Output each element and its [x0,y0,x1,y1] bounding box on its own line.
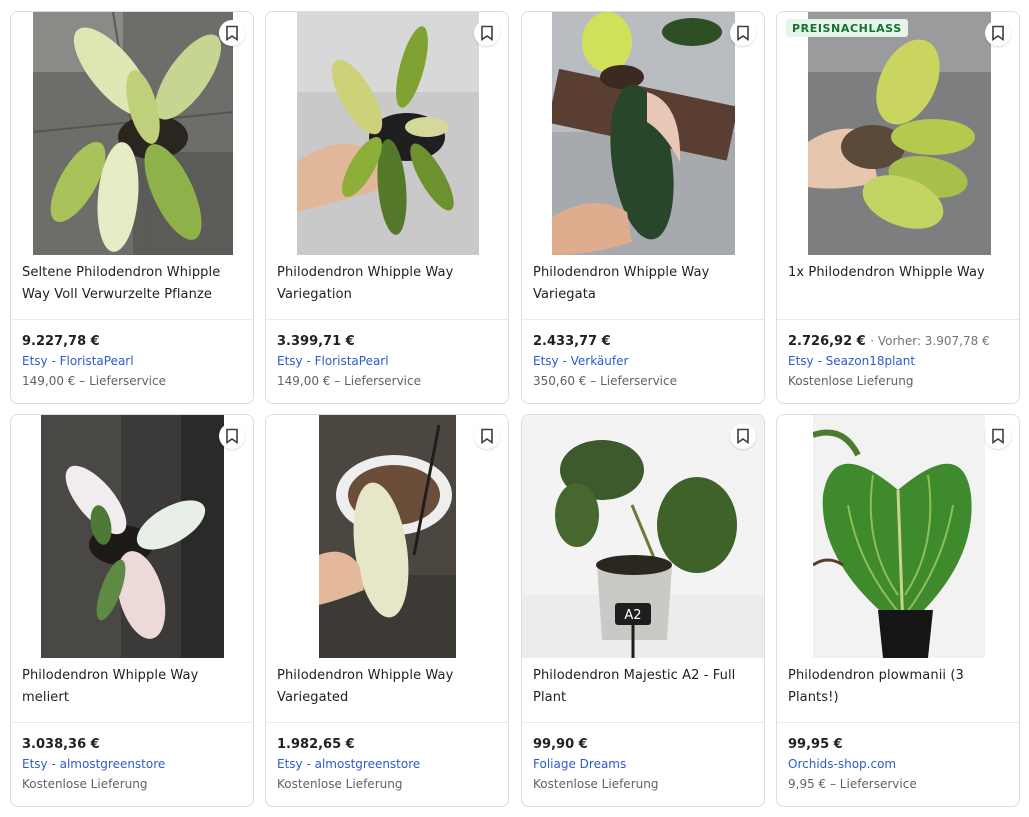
product-card[interactable]: PREISNACHLASS 1x Philodendron Whipple Wa… [776,11,1020,404]
previous-price: · Vorher: 3.907,78 € [870,334,990,348]
product-image[interactable]: A2 [522,415,764,658]
bookmark-button[interactable] [730,423,756,449]
card-divider [777,722,1019,723]
bookmark-outline-icon [481,25,493,41]
product-card[interactable]: Philodendron Whipple Way Variegation 3.3… [265,11,509,404]
product-photo [808,12,991,255]
product-card[interactable]: Philodendron Whipple Way Variegata 2.433… [521,11,765,404]
product-photo [319,415,456,658]
bookmark-button[interactable] [474,20,500,46]
product-image[interactable]: PREISNACHLASS [777,12,1019,255]
card-divider [266,319,508,320]
pot-label: A2 [624,608,641,623]
bookmark-outline-icon [481,428,493,444]
product-photo: A2 [522,415,764,658]
seller-link[interactable]: Etsy - FloristaPearl [277,354,389,368]
bookmark-outline-icon [226,25,238,41]
seller-link[interactable]: Foliage Dreams [533,757,626,771]
shipping-info: 9,95 € – Lieferservice [788,777,917,791]
product-image[interactable] [266,12,508,255]
bookmark-button[interactable] [985,423,1011,449]
bookmark-outline-icon [737,428,749,444]
shipping-info: Kostenlose Lieferung [277,777,403,791]
seller-link[interactable]: Etsy - Seazon18plant [788,354,915,368]
product-price: 9.227,78 € [22,334,100,349]
product-photo [297,12,479,255]
card-divider [777,319,1019,320]
discount-badge: PREISNACHLASS [786,19,908,37]
shipping-info: Kostenlose Lieferung [533,777,659,791]
seller-link[interactable]: Etsy - FloristaPearl [22,354,134,368]
shipping-info: 149,00 € – Lieferservice [277,374,421,388]
bookmark-outline-icon [992,428,1004,444]
product-card[interactable]: Philodendron plowmanii (3 Plants!) 99,95… [776,414,1020,807]
bookmark-button[interactable] [985,20,1011,46]
product-card[interactable]: Philodendron Whipple Way Variegated 1.98… [265,414,509,807]
product-title[interactable]: Philodendron Whipple Way meliert [22,665,244,709]
product-title[interactable]: Philodendron plowmanii (3 Plants!) [788,665,1010,709]
bookmark-outline-icon [992,25,1004,41]
seller-link[interactable]: Etsy - almostgreenstore [22,757,165,771]
bookmark-outline-icon [226,428,238,444]
product-price: 99,95 € [788,737,843,752]
product-photo [33,12,233,255]
product-price: 1.982,65 € [277,737,355,752]
bookmark-button[interactable] [219,423,245,449]
seller-link[interactable]: Orchids-shop.com [788,757,896,771]
product-image[interactable] [522,12,764,255]
seller-link[interactable]: Etsy - almostgreenstore [277,757,420,771]
card-divider [11,722,253,723]
product-title[interactable]: Seltene Philodendron Whipple Way Voll Ve… [22,262,244,306]
product-card[interactable]: Seltene Philodendron Whipple Way Voll Ve… [10,11,254,404]
product-image[interactable] [777,415,1019,658]
product-title[interactable]: 1x Philodendron Whipple Way [788,262,1010,284]
card-divider [266,722,508,723]
product-image[interactable] [11,12,253,255]
product-price: 2.433,77 € [533,334,611,349]
product-card[interactable]: A2 Philodendron Majestic A2 - Full Plant… [521,414,765,807]
product-image[interactable] [266,415,508,658]
product-card[interactable]: Philodendron Whipple Way meliert 3.038,3… [10,414,254,807]
bookmark-button[interactable] [474,423,500,449]
product-price: 2.726,92 € · Vorher: 3.907,78 € [788,334,990,349]
card-divider [522,722,764,723]
product-price: 3.399,71 € [277,334,355,349]
seller-link[interactable]: Etsy - Verkäufer [533,354,628,368]
product-title[interactable]: Philodendron Majestic A2 - Full Plant [533,665,755,709]
bookmark-button[interactable] [730,20,756,46]
product-title[interactable]: Philodendron Whipple Way Variegation [277,262,499,306]
product-image[interactable] [11,415,253,658]
shipping-info: Kostenlose Lieferung [788,374,914,388]
product-photo [552,12,735,255]
product-title[interactable]: Philodendron Whipple Way Variegata [533,262,755,306]
product-photo [813,415,985,658]
product-title[interactable]: Philodendron Whipple Way Variegated [277,665,499,709]
product-price: 99,90 € [533,737,588,752]
shipping-info: Kostenlose Lieferung [22,777,148,791]
bookmark-outline-icon [737,25,749,41]
bookmark-button[interactable] [219,20,245,46]
shipping-info: 149,00 € – Lieferservice [22,374,166,388]
shipping-info: 350,60 € – Lieferservice [533,374,677,388]
product-photo [41,415,224,658]
card-divider [522,319,764,320]
product-price: 3.038,36 € [22,737,100,752]
card-divider [11,319,253,320]
